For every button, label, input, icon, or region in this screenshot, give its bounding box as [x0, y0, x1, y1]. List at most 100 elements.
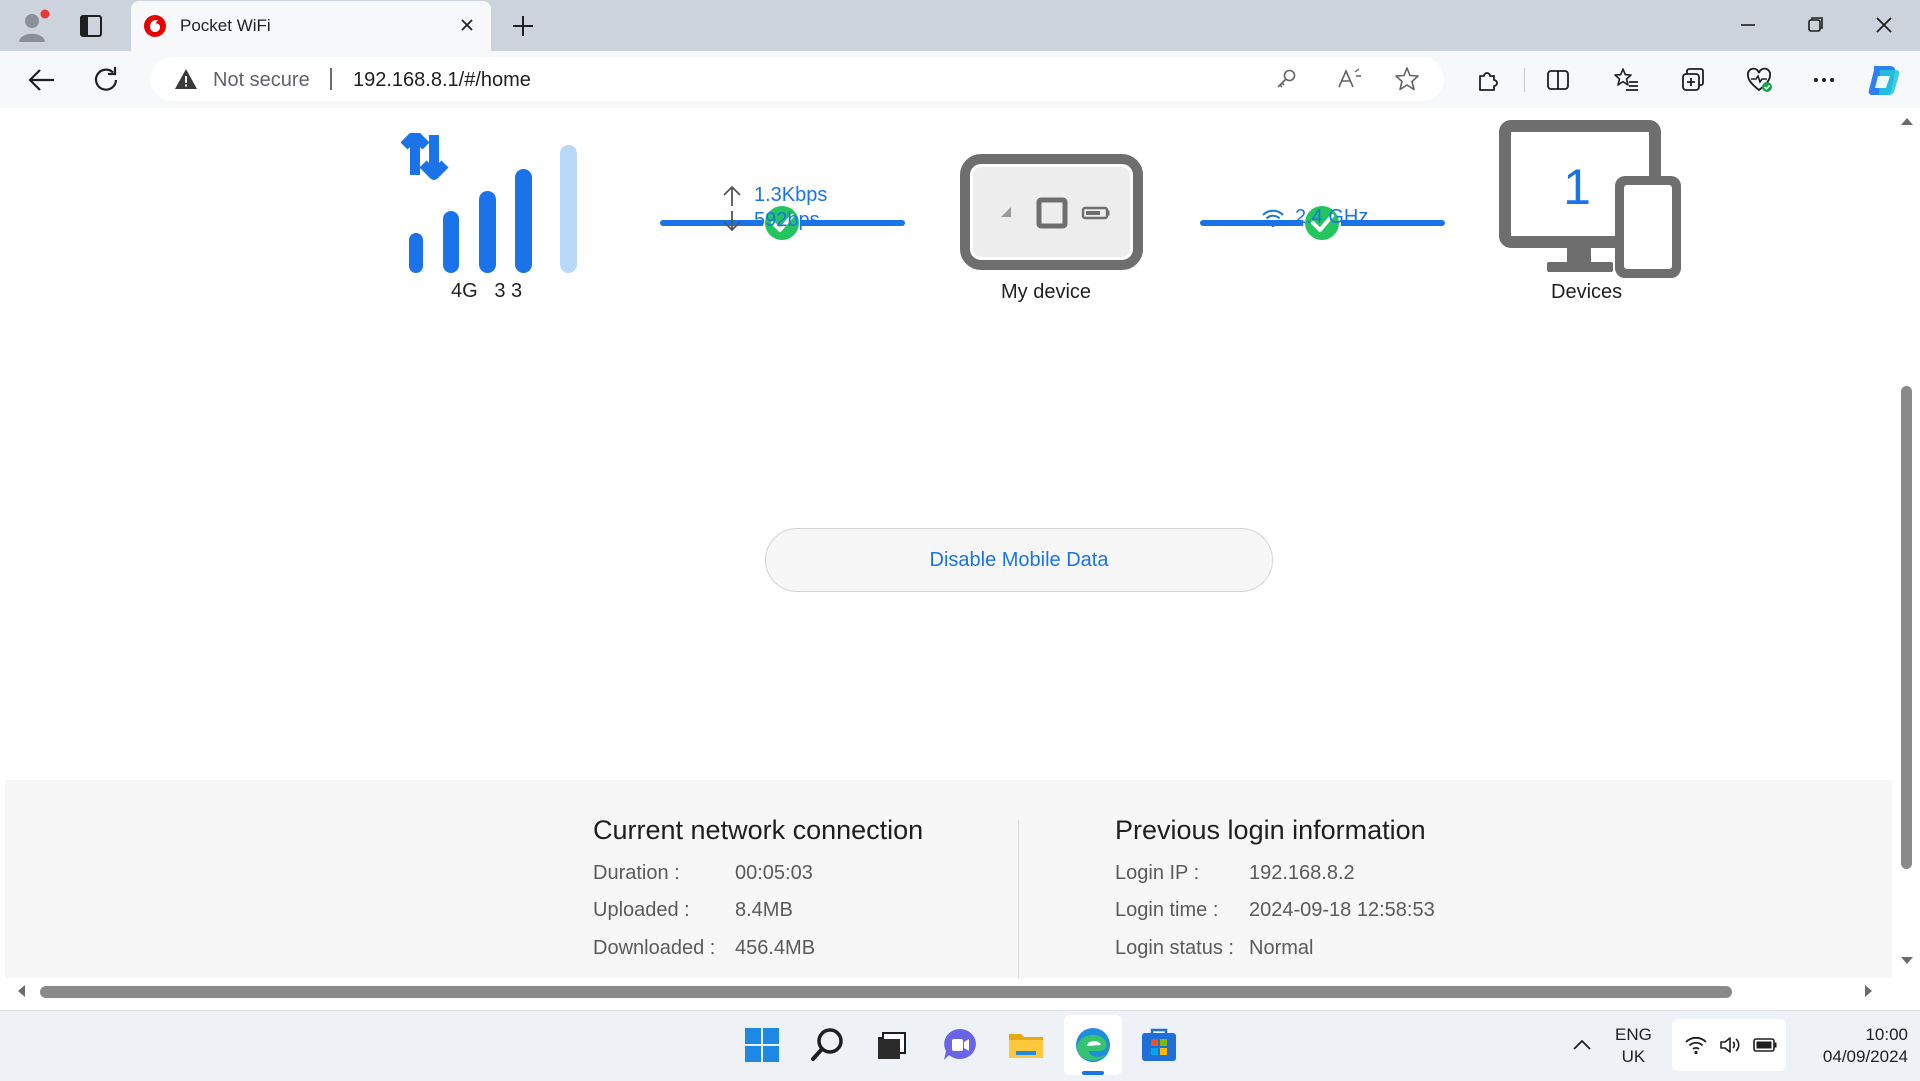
battery-icon [1753, 1038, 1777, 1052]
file-explorer-icon[interactable] [1006, 1025, 1046, 1065]
uploaded-label: Uploaded : [593, 899, 690, 921]
favorite-star-icon[interactable] [1394, 66, 1420, 92]
vertical-scroll-thumb[interactable] [1901, 386, 1912, 869]
devices-count[interactable]: 1 [1557, 158, 1597, 216]
reload-icon [94, 67, 118, 91]
download-speed: 592bps [754, 209, 820, 231]
toolbar-divider [1524, 68, 1525, 92]
clock-time: 10:00 [1865, 1025, 1908, 1044]
browser-essentials-icon[interactable] [1745, 66, 1773, 94]
page-content: 4G 3 3 1.3Kbps 592bps My device 2.4 GHz … [5, 108, 1892, 991]
tab-actions-icon [80, 15, 102, 37]
download-arrow-icon [723, 210, 741, 231]
disable-mobile-data-button[interactable]: Disable Mobile Data [765, 528, 1273, 592]
scroll-down-arrow-icon[interactable] [1900, 956, 1914, 966]
login-ip-value: 192.168.8.2 [1249, 862, 1355, 884]
clock[interactable]: 10:00 04/09/2024 [1790, 1024, 1908, 1068]
edge-icon[interactable] [1073, 1025, 1113, 1065]
signal-strength-icon [401, 133, 577, 273]
active-app-indicator [1082, 1071, 1104, 1075]
taskbar: ENG UK 10:00 04/09/2024 [0, 1010, 1920, 1081]
upload-speed: 1.3Kbps [754, 184, 828, 206]
wifi-band-label: 2.4 GHz [1295, 206, 1369, 228]
devices-label[interactable]: Devices [1551, 281, 1622, 304]
navigation-bar: Not secure 192.168.8.1/#/home [0, 51, 1920, 108]
reload-button[interactable] [88, 64, 128, 96]
back-button[interactable] [22, 64, 62, 96]
address-bar[interactable]: Not secure 192.168.8.1/#/home [150, 57, 1444, 101]
teams-chat-icon[interactable] [940, 1025, 980, 1065]
login-status-value: Normal [1249, 937, 1314, 959]
read-aloud-icon[interactable] [1336, 67, 1362, 91]
clock-date: 04/09/2024 [1822, 1047, 1908, 1066]
scroll-up-arrow-icon[interactable] [1900, 116, 1914, 126]
traffic-speed: 1.3Kbps 592bps [720, 183, 827, 233]
favorites-icon[interactable] [1612, 66, 1640, 94]
profile-button[interactable] [14, 6, 54, 46]
downloaded-value: 456.4MB [735, 937, 816, 959]
info-panel: Current network connection Duration : 00… [5, 780, 1892, 991]
horizontal-scrollbar[interactable] [0, 978, 1892, 1004]
restore-button[interactable] [1796, 10, 1836, 40]
vertical-scrollbar[interactable] [1892, 108, 1920, 991]
collections-icon[interactable] [1679, 66, 1707, 94]
chevron-up-icon[interactable] [1570, 1035, 1594, 1055]
tab-title: Pocket WiFi [180, 16, 271, 35]
info-divider [1018, 820, 1019, 985]
security-status[interactable]: Not secure [213, 69, 310, 92]
close-icon [461, 19, 473, 31]
window-close-button[interactable] [1864, 10, 1904, 40]
previous-login-title: Previous login information [1115, 815, 1426, 845]
tab-actions-button[interactable] [72, 8, 110, 44]
volume-icon [1720, 1037, 1740, 1053]
language-region: UK [1621, 1047, 1646, 1066]
extensions-icon[interactable] [1474, 66, 1502, 94]
network-type: 4G [451, 280, 478, 302]
vodafone-logo-icon [144, 15, 166, 37]
signal-info: 4G 3 3 [451, 280, 522, 303]
wifi-icon [1685, 1036, 1707, 1055]
search-icon[interactable] [808, 1025, 848, 1065]
warning-icon [175, 69, 197, 89]
back-arrow-icon [28, 69, 54, 91]
quick-settings-button[interactable] [1672, 1019, 1786, 1071]
split-screen-icon[interactable] [1544, 66, 1572, 94]
restore-icon [1808, 17, 1823, 32]
copilot-icon[interactable] [1866, 62, 1902, 98]
signal-value-a: 3 [494, 280, 506, 302]
scroll-left-arrow-icon[interactable] [16, 984, 26, 998]
login-ip-label: Login IP : [1115, 862, 1200, 884]
tab-close-button[interactable] [455, 13, 479, 37]
upload-arrow-icon [723, 185, 741, 206]
uploaded-value: 8.4MB [735, 899, 793, 921]
tab-strip: Pocket WiFi [0, 0, 1920, 51]
my-device-label[interactable]: My device [1001, 281, 1091, 304]
horizontal-scroll-thumb[interactable] [40, 986, 1732, 998]
wifi-band: 2.4 GHz [1261, 206, 1368, 229]
language-indicator[interactable]: ENG UK [1615, 1024, 1652, 1068]
duration-value: 00:05:03 [735, 862, 813, 884]
close-icon [1876, 17, 1892, 33]
more-options-icon[interactable] [1810, 66, 1838, 94]
language-code: ENG [1615, 1025, 1652, 1044]
login-time-value: 2024-09-18 12:58:53 [1249, 899, 1435, 921]
signal-value-b: 3 [511, 280, 523, 302]
minimize-button[interactable] [1728, 10, 1768, 40]
login-time-label: Login time : [1115, 899, 1219, 921]
password-key-icon[interactable] [1274, 67, 1298, 91]
store-icon[interactable] [1139, 1025, 1179, 1065]
minimize-icon [1741, 24, 1755, 26]
profile-avatar-icon [19, 9, 50, 42]
active-tab[interactable]: Pocket WiFi [131, 1, 491, 51]
wifi-icon [1262, 209, 1284, 227]
current-connection-title: Current network connection [593, 815, 924, 845]
pocket-wifi-device-icon[interactable] [959, 153, 1144, 273]
login-status-label: Login status : [1115, 937, 1234, 959]
scroll-right-arrow-icon[interactable] [1864, 984, 1874, 998]
new-tab-button[interactable] [508, 11, 538, 41]
start-icon[interactable] [742, 1025, 782, 1065]
task-view-icon[interactable] [871, 1025, 911, 1065]
downloaded-label: Downloaded : [593, 937, 716, 959]
url-text[interactable]: 192.168.8.1/#/home [353, 69, 531, 92]
plus-icon [513, 16, 533, 36]
